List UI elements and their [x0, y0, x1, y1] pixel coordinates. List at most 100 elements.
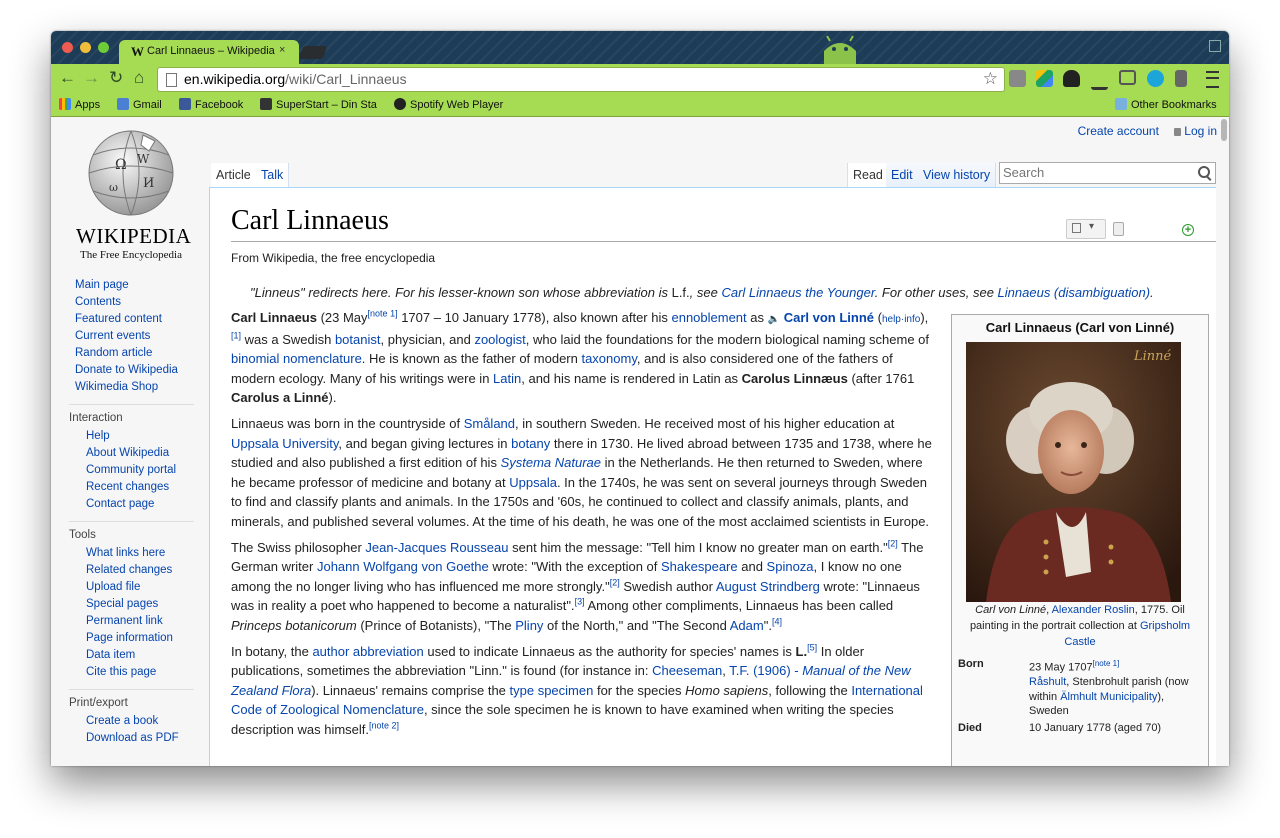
article-link[interactable]: Jean-Jacques Rousseau — [365, 540, 508, 555]
article-link[interactable]: Pliny — [515, 618, 543, 633]
bookmark-superstart[interactable]: SuperStart – Din Star — [260, 98, 377, 111]
search-field[interactable] — [999, 162, 1216, 184]
article-link[interactable]: Adam — [730, 618, 764, 633]
page-tools-dropdown[interactable]: ▾ — [1066, 219, 1106, 239]
sidebar-item-what-links-here[interactable]: What links here — [69, 545, 194, 562]
bookmark-apps[interactable]: Apps — [59, 98, 100, 111]
hatnote-link[interactable]: Carl Linnaeus the Younger — [721, 285, 874, 300]
page-scrollbar[interactable] — [1221, 119, 1227, 141]
article-link[interactable]: Latin — [493, 371, 521, 386]
sidebar-item-upload-file[interactable]: Upload file — [69, 579, 194, 596]
sidebar-item-wikimedia-shop[interactable]: Wikimedia Shop — [69, 379, 194, 396]
fullscreen-icon[interactable] — [1209, 40, 1221, 52]
close-tab-icon[interactable]: × — [279, 44, 285, 56]
article-link[interactable]: Uppsala — [509, 475, 557, 490]
sidebar-item-special-pages[interactable]: Special pages — [69, 596, 194, 613]
tab-view-history[interactable]: View history — [918, 163, 997, 187]
infobox-link[interactable]: Älmhult Municipality — [1060, 691, 1157, 703]
portrait-image[interactable]: Linné — [966, 342, 1181, 602]
sidebar-item-recent-changes[interactable]: Recent changes — [69, 479, 194, 496]
footnote-link[interactable]: [note 1] — [1093, 659, 1120, 668]
tools-extension-icon[interactable] — [1091, 70, 1108, 90]
star-icon[interactable]: ☆ — [983, 69, 998, 89]
sidebar-item-data-item[interactable]: Data item — [69, 647, 194, 664]
speaker-icon[interactable]: 🔈 — [768, 314, 780, 325]
sidebar-item-contact-page[interactable]: Contact page — [69, 496, 194, 513]
article-link[interactable]: botany — [511, 436, 550, 451]
sidebar-item-related-changes[interactable]: Related changes — [69, 562, 194, 579]
wikipedia-logo[interactable]: Ω W И ω WIKIPEDIA The Free Encyclopedia — [76, 129, 191, 261]
citation-link[interactable]: [2] — [888, 538, 898, 548]
citation-link[interactable]: [5] — [807, 642, 817, 652]
m-extension-icon[interactable] — [1147, 70, 1164, 87]
search-icon[interactable] — [1198, 166, 1210, 178]
article-link[interactable]: Johann Wolfgang von Goethe — [317, 559, 489, 574]
close-window-button[interactable] — [62, 42, 73, 53]
infobox-link[interactable]: Råshult — [1029, 676, 1066, 688]
article-link[interactable]: T.F. (1906) - — [729, 663, 802, 678]
citation-link[interactable]: [3] — [575, 597, 585, 607]
semi-protected-lock-icon[interactable] — [1113, 222, 1124, 236]
article-link[interactable]: Cheeseman — [652, 663, 722, 678]
sidebar-item-random-article[interactable]: Random article — [69, 345, 194, 362]
good-article-plus-icon[interactable]: + — [1182, 224, 1194, 236]
forward-icon[interactable]: → — [83, 68, 100, 88]
drive-extension-icon[interactable] — [1036, 70, 1053, 87]
tab-read[interactable]: Read — [847, 163, 889, 187]
article-link[interactable]: botanist — [335, 332, 381, 347]
citation-link[interactable]: [1] — [231, 330, 241, 340]
article-link[interactable]: Småland — [464, 416, 515, 431]
tab-edit[interactable]: Edit — [886, 163, 919, 187]
create-account-link[interactable]: Create account — [1078, 124, 1159, 138]
bookmark-gmail[interactable]: Gmail — [117, 98, 162, 111]
article-link[interactable]: Spinoza — [767, 559, 814, 574]
sidebar-item-cite-this-page[interactable]: Cite this page — [69, 664, 194, 681]
hatnote-link[interactable]: Linnaeus (disambiguation) — [998, 285, 1150, 300]
footnote-link[interactable]: [note 1] — [368, 309, 398, 319]
sidebar-item-community-portal[interactable]: Community portal — [69, 462, 194, 479]
article-link[interactable]: type specimen — [510, 683, 594, 698]
article-link[interactable]: Systema Naturae — [501, 455, 601, 470]
tab-talk[interactable]: Talk — [256, 163, 290, 187]
article-link[interactable]: author abbreviation — [312, 644, 423, 659]
tab-article[interactable]: Article — [211, 163, 257, 187]
search-input[interactable] — [1000, 163, 1183, 181]
minimize-window-button[interactable] — [80, 42, 91, 53]
back-icon[interactable]: ← — [59, 68, 76, 88]
article-link[interactable]: Uppsala University — [231, 436, 338, 451]
help-info-link[interactable]: help·info — [882, 314, 920, 325]
sidebar-item-download-pdf[interactable]: Download as PDF — [69, 730, 194, 747]
browser-tab[interactable]: W Carl Linnaeus – Wikipedia, the free en… — [119, 40, 299, 64]
sidebar-item-about[interactable]: About Wikipedia — [69, 445, 194, 462]
caption-link[interactable]: Alexander Roslin — [1052, 604, 1135, 616]
reload-icon[interactable]: ↻ — [109, 68, 123, 88]
login-link[interactable]: Log in — [1174, 124, 1217, 138]
sidebar-item-create-book[interactable]: Create a book — [69, 713, 194, 730]
cast-extension-icon[interactable] — [1119, 70, 1136, 85]
sidebar-item-current-events[interactable]: Current events — [69, 328, 194, 345]
citation-link[interactable]: [2] — [610, 577, 620, 587]
gmail-extension-icon[interactable] — [1009, 70, 1026, 87]
reader-extension-icon[interactable] — [1175, 70, 1187, 87]
article-link[interactable]: binomial nomenclature — [231, 351, 362, 366]
owl-extension-icon[interactable] — [1063, 70, 1080, 87]
address-bar[interactable]: en.wikipedia.org/wiki/Carl_Linnaeus ☆ — [157, 67, 1005, 92]
article-link[interactable]: Carl von Linné — [784, 310, 874, 325]
sidebar-item-main-page[interactable]: Main page — [69, 277, 194, 294]
sidebar-item-donate[interactable]: Donate to Wikipedia — [69, 362, 194, 379]
maximize-window-button[interactable] — [98, 42, 109, 53]
sidebar-item-page-information[interactable]: Page information — [69, 630, 194, 647]
article-link[interactable]: zoologist — [474, 332, 525, 347]
other-bookmarks[interactable]: Other Bookmarks — [1115, 98, 1217, 111]
url-text[interactable]: en.wikipedia.org/wiki/Carl_Linnaeus — [184, 71, 407, 87]
article-link[interactable]: Shakespeare — [661, 559, 738, 574]
menu-icon[interactable] — [1206, 71, 1219, 88]
footnote-link[interactable]: [note 2] — [369, 721, 399, 731]
sidebar-item-featured-content[interactable]: Featured content — [69, 311, 194, 328]
sidebar-item-contents[interactable]: Contents — [69, 294, 194, 311]
new-tab-button[interactable] — [298, 46, 328, 59]
home-icon[interactable]: ⌂ — [134, 68, 144, 88]
article-link[interactable]: August Strindberg — [716, 579, 820, 594]
sidebar-item-permanent-link[interactable]: Permanent link — [69, 613, 194, 630]
article-link[interactable]: ennoblement — [671, 310, 746, 325]
